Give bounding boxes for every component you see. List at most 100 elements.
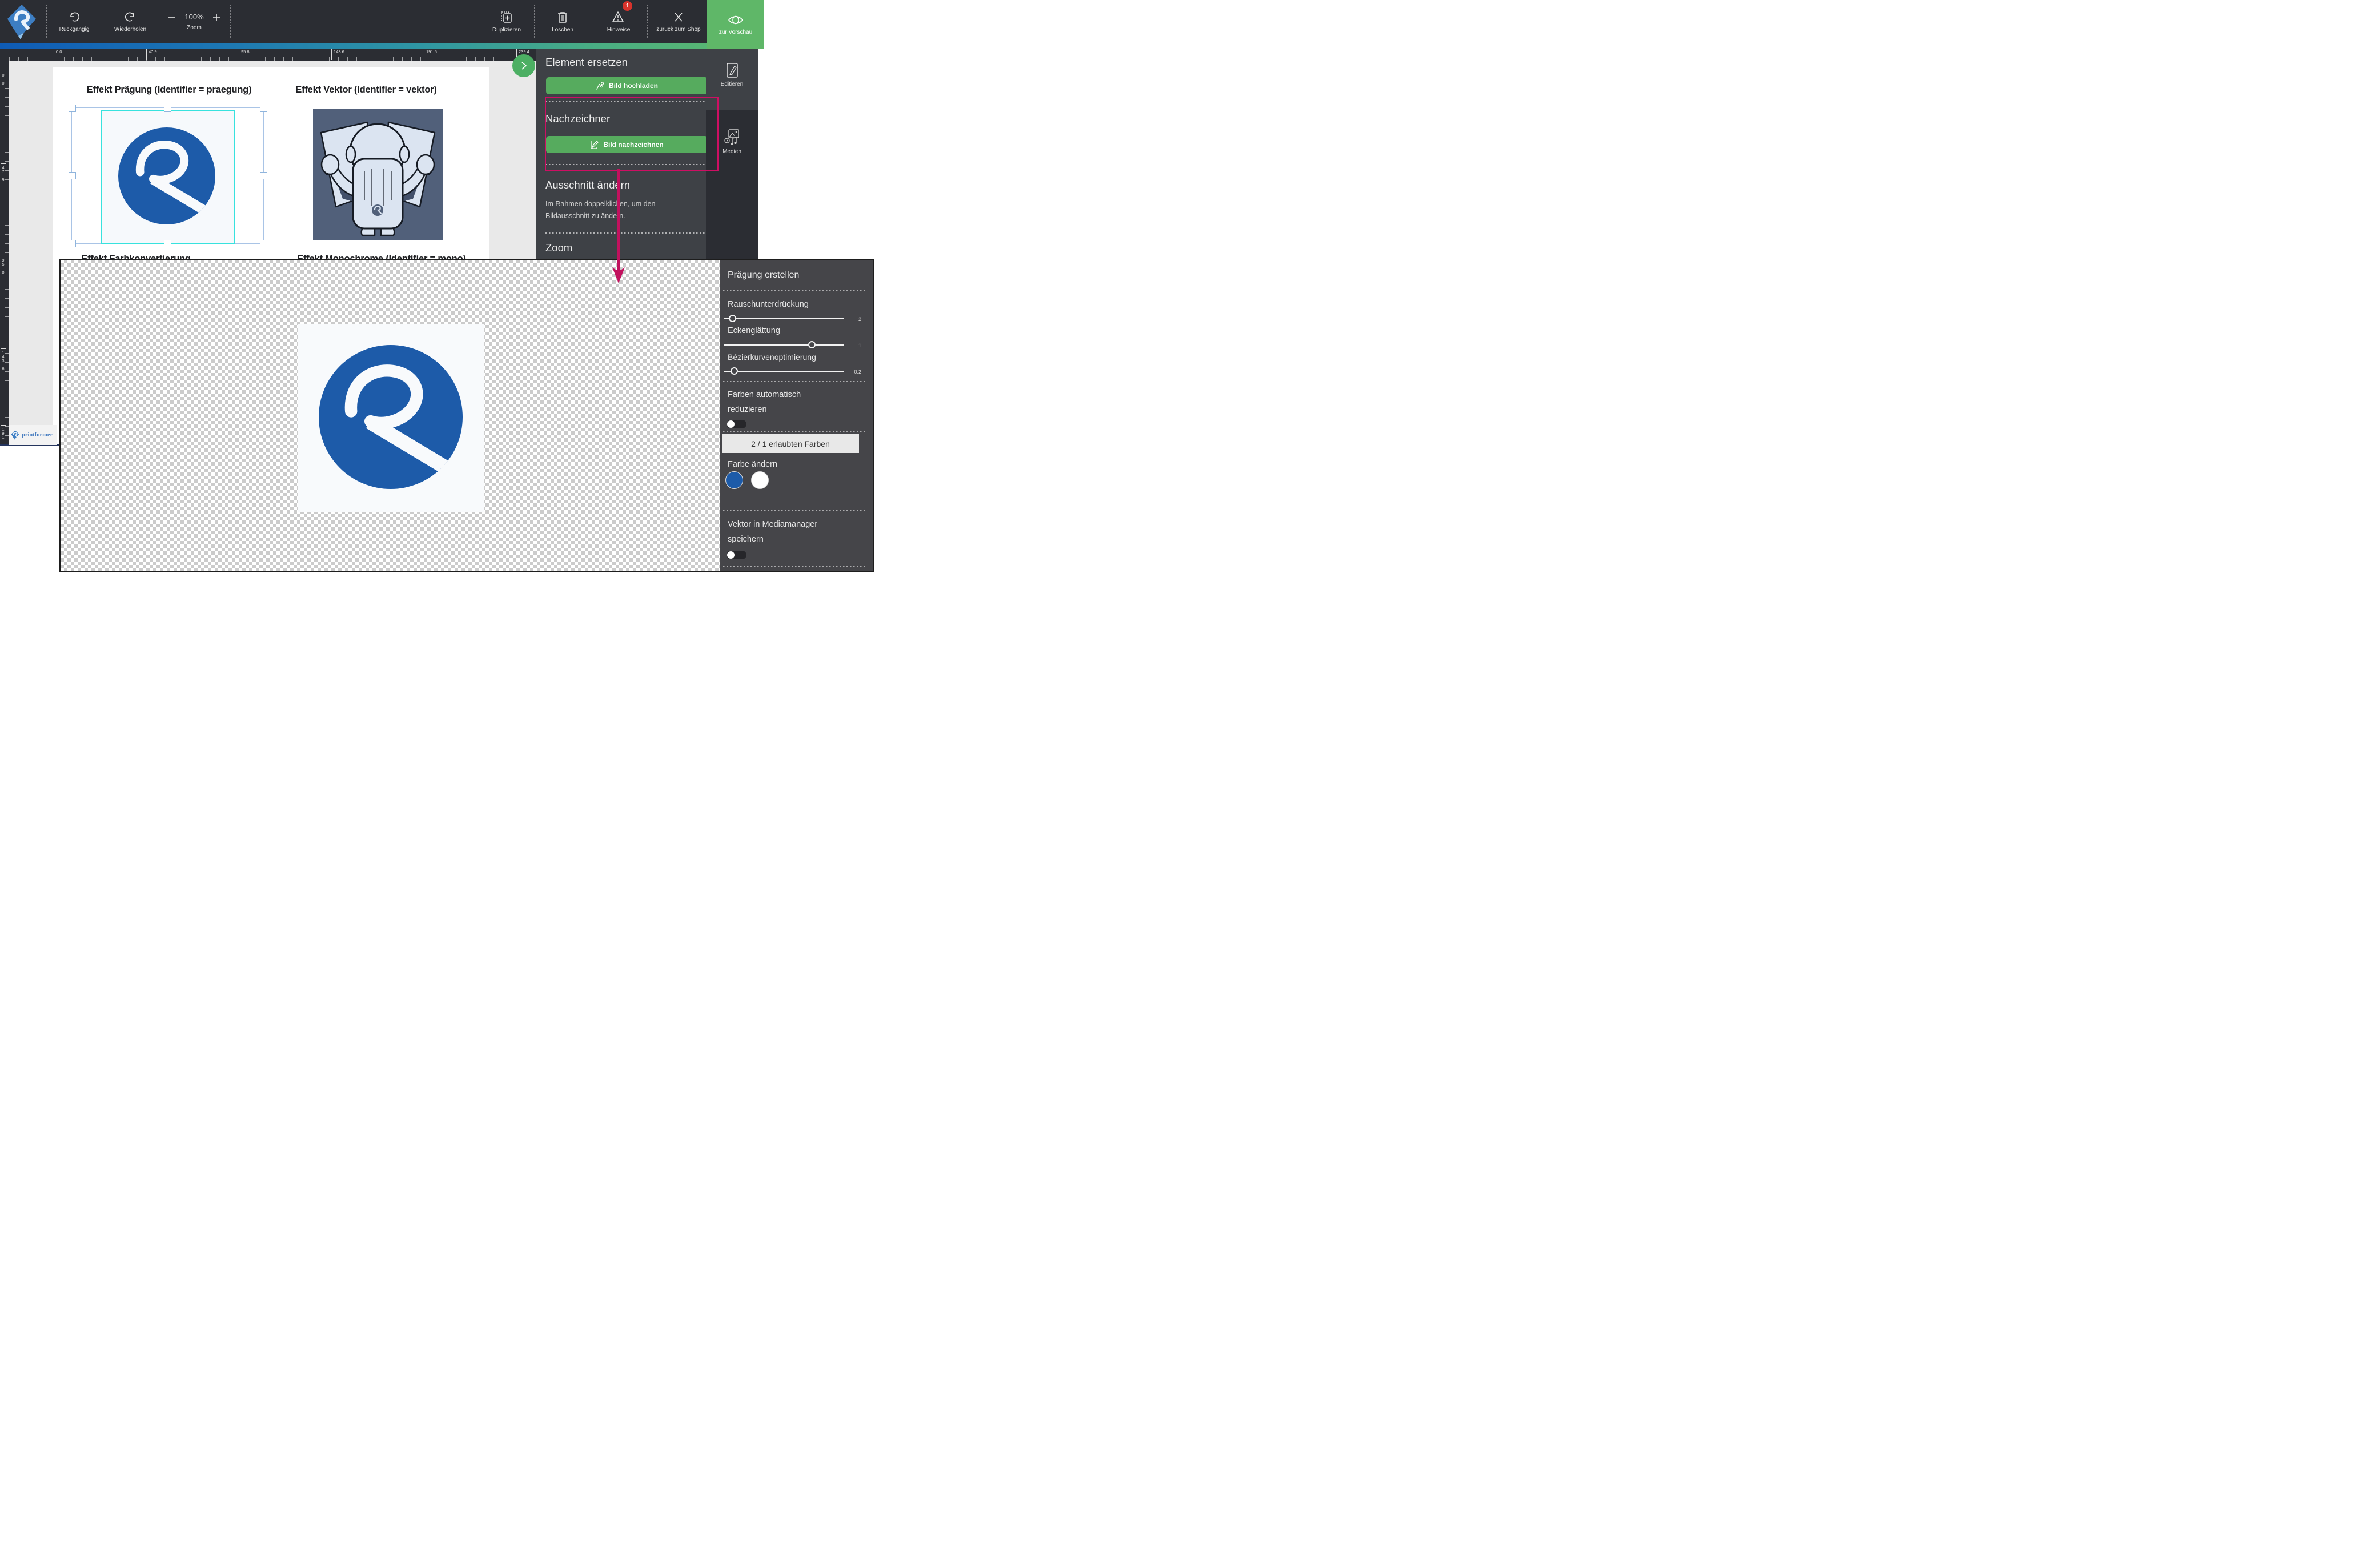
save-vector-label-line1: Vektor in Mediamanager (728, 520, 817, 529)
selection-handle-se[interactable] (260, 240, 267, 247)
bezier-optimization-slider[interactable] (724, 367, 844, 375)
top-toolbar: Rückgängig Wiederholen 100% Zoom (0, 0, 764, 43)
allowed-colors-badge: 2 / 1 erlaubten Farben (722, 434, 859, 453)
noise-suppression-slider[interactable] (724, 315, 844, 323)
color-swatch-white[interactable] (751, 471, 769, 489)
redo-label: Wiederholen (114, 26, 146, 33)
printformer-watermark-icon (11, 430, 19, 440)
ruler-mark: 143.6 (331, 49, 344, 60)
selection-handle-s[interactable] (164, 240, 171, 247)
back-to-shop-label: zurück zum Shop (656, 26, 700, 33)
ruler-mark: 143.6 (1, 348, 6, 370)
selection-handle-e[interactable] (260, 172, 267, 179)
tab-editieren-label: Editieren (721, 81, 743, 87)
zoom-section-heading: Zoom (545, 242, 572, 254)
preview-button[interactable]: zur Vorschau (707, 0, 764, 49)
back-to-shop-button[interactable]: zurück zum Shop (651, 0, 707, 43)
image-upload-icon (596, 82, 605, 90)
crop-description-line2: Bildausschnitt zu ändern. (545, 210, 655, 222)
divider (723, 566, 866, 567)
toolbar-separator (46, 5, 47, 38)
ruler-mark: 191.5 (424, 49, 437, 60)
corner-smoothing-value: 1 (844, 343, 861, 348)
undo-button[interactable]: Rückgängig (50, 0, 98, 43)
tracer-settings-panel: Prägung erstellen Rauschunterdrückung 2 … (720, 260, 873, 571)
selection-handle-nw[interactable] (69, 105, 76, 112)
ruler-mark: 191.5 (1, 425, 6, 444)
trash-icon (556, 10, 569, 24)
close-icon (672, 11, 685, 23)
zoom-controls: 100% Zoom (162, 0, 226, 43)
divider (723, 431, 866, 432)
replace-element-heading: Element ersetzen (545, 56, 628, 69)
upload-image-button[interactable]: Bild hochladen (546, 77, 708, 94)
horizontal-ruler: 0.0 47.9 95.8 143.6 191.5 239.4 (9, 49, 536, 61)
slider-knob[interactable] (729, 315, 736, 322)
collapse-sidebar-button[interactable] (512, 54, 535, 77)
vertical-ruler: 0.0 47.9 95.8 143.6 191.5 (0, 61, 9, 444)
toolbar-separator (534, 5, 535, 38)
toolbar-separator (647, 5, 648, 38)
ruler-mark: 95.8 (239, 49, 250, 60)
watermark-text: printformer (22, 432, 53, 438)
hints-label: Hinweise (607, 27, 631, 33)
color-swatch-blue[interactable] (725, 471, 743, 489)
reduce-colors-label-line1: Farben automatisch (728, 390, 801, 399)
save-vector-label-line2: speichern (728, 535, 764, 544)
printformer-editor: Rückgängig Wiederholen 100% Zoom (0, 0, 882, 575)
heading-effekt-praegung: Effekt Prägung (Identifier = praegung) (87, 85, 252, 95)
warning-icon (611, 10, 626, 24)
tracer-callout-rectangle (545, 97, 719, 171)
chevron-right-icon (520, 61, 528, 70)
save-vector-toggle[interactable] (727, 551, 746, 559)
brand-gradient-bar (0, 43, 764, 49)
selection-handle-ne[interactable] (260, 105, 267, 112)
tab-medien-label: Medien (723, 149, 741, 155)
ruler-mark: 0.0 (1, 71, 6, 85)
ruler-mark: 47.9 (146, 49, 157, 60)
divider (723, 510, 866, 511)
zoom-out-icon[interactable] (167, 13, 176, 22)
delete-button[interactable]: Löschen (538, 0, 587, 43)
slider-knob[interactable] (808, 341, 816, 348)
eye-icon (728, 14, 744, 26)
corner-smoothing-slider[interactable] (724, 341, 844, 349)
noise-suppression-label: Rauschunterdrückung (728, 300, 809, 309)
selection-handle-n[interactable] (164, 105, 171, 112)
hints-button[interactable]: Hinweise (594, 0, 643, 43)
crop-description-line1: Im Rahmen doppelklicken, um den (545, 198, 655, 210)
printformer-logo-icon (7, 4, 37, 42)
reduce-colors-toggle[interactable] (727, 420, 746, 428)
traced-logo-image[interactable] (319, 345, 463, 489)
zoom-label: Zoom (187, 25, 202, 31)
zoom-in-icon[interactable] (212, 13, 221, 22)
reduce-colors-label-line2: reduzieren (728, 405, 767, 414)
heading-effekt-vektor: Effekt Vektor (Identifier = vektor) (295, 85, 436, 95)
vector-astronaut-illustration[interactable] (313, 109, 443, 240)
corner-smoothing-label: Eckenglättung (728, 326, 780, 335)
noise-suppression-value: 2 (844, 316, 861, 322)
redo-icon (124, 11, 137, 23)
ruler-corner (0, 49, 9, 61)
callout-arrow-head-icon (609, 266, 628, 284)
bezier-optimization-label: Bézierkurvenoptimierung (728, 352, 816, 362)
selection-handle-sw[interactable] (69, 240, 76, 247)
redo-button[interactable]: Wiederholen (106, 0, 154, 43)
undo-label: Rückgängig (59, 26, 90, 33)
duplicate-label: Duplizieren (492, 27, 521, 33)
selected-logo-image[interactable] (118, 127, 215, 224)
selection-handle-w[interactable] (69, 172, 76, 179)
preview-label: zur Vorschau (719, 29, 752, 35)
slider-knob[interactable] (731, 367, 738, 375)
divider (545, 232, 707, 234)
bezier-optimization-value: 0.2 (844, 369, 861, 375)
media-icon (724, 129, 741, 146)
callout-arrow-shaft (617, 169, 620, 271)
duplicate-button[interactable]: Duplizieren (482, 0, 531, 43)
tab-editieren[interactable]: Editieren (706, 62, 758, 87)
change-color-label: Farbe ändern (728, 460, 777, 469)
ruler-mark: 95.8 (1, 256, 6, 274)
tracer-result-overlay: Prägung erstellen Rauschunterdrückung 2 … (59, 259, 874, 572)
undo-icon (68, 11, 81, 23)
panel-title: Prägung erstellen (728, 270, 799, 280)
